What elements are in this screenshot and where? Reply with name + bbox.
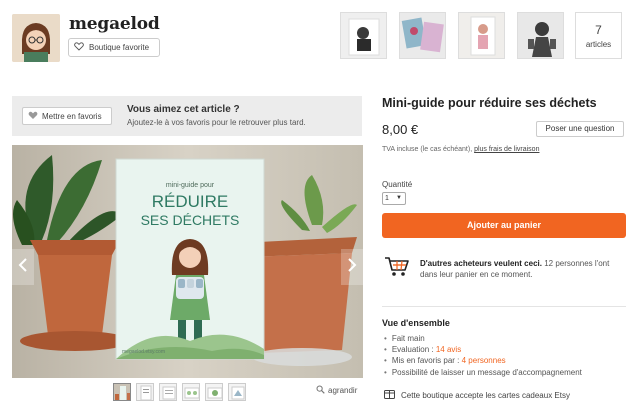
booklet-line1: mini-guide pour (166, 182, 215, 189)
shop-items-thumbnails (340, 12, 564, 59)
shop-item-thumbnail[interactable] (458, 12, 505, 59)
quantity-value: 1 (385, 195, 389, 202)
chevron-left-icon (18, 257, 28, 277)
shop-item-thumbnail[interactable] (340, 12, 387, 59)
gallery-thumbnails (113, 383, 246, 401)
zoom-label: agrandir (328, 386, 358, 395)
gallery-thumbnail[interactable] (159, 383, 177, 401)
section-divider (382, 306, 626, 307)
quantity-select[interactable]: 1 ▼ (382, 192, 406, 205)
gallery-thumbnail-image (114, 384, 130, 400)
thumbnail-image (341, 13, 386, 58)
booklet-line2: RÉDUIRE (152, 192, 229, 211)
gallery-thumbnail-image (206, 384, 222, 400)
overview-item-gift-message: Possibilité de laisser un message d'acco… (384, 367, 582, 378)
gallery-thumbnail[interactable] (205, 383, 223, 401)
shop-name[interactable]: megaelod (69, 14, 160, 34)
shop-avatar[interactable] (12, 14, 60, 62)
gallery-thumbnail-image (183, 384, 199, 400)
overview-title: Vue d'ensemble (382, 318, 450, 328)
cart-demand-note: D'autres acheteurs veulent ceci. 12 pers… (384, 256, 624, 283)
favorite-shop-label: Boutique favorite (89, 43, 150, 52)
shop-articles-count[interactable]: 7 articles (575, 12, 622, 59)
shop-item-thumbnail[interactable] (399, 12, 446, 59)
favorited-by-link[interactable]: 4 personnes (462, 356, 506, 365)
shopping-cart-icon (384, 257, 410, 282)
gallery-thumbnail[interactable] (182, 383, 200, 401)
gallery-thumbnail-image (137, 384, 153, 400)
tax-text: TVA incluse (le cas échéant), (382, 146, 473, 153)
thumbnail-image (459, 13, 504, 58)
quantity-label: Quantité (382, 180, 413, 189)
product-main-image[interactable]: mini-guide pour RÉDUIRE SES DÉCHETS mega… (12, 145, 363, 378)
caret-down-icon: ▼ (396, 195, 402, 201)
overview-item-favorited: Mis en favoris par : 4 personnes (384, 355, 582, 366)
favorites-banner-title: Vous aimez cet article ? (127, 104, 240, 115)
heart-icon (28, 111, 38, 122)
product-photo: mini-guide pour RÉDUIRE SES DÉCHETS mega… (12, 145, 363, 378)
zoom-link[interactable]: agrandir (316, 385, 357, 396)
thumbnail-image (400, 13, 445, 58)
ask-question-button[interactable]: Poser une question (536, 121, 624, 137)
favorite-shop-button[interactable]: Boutique favorite (68, 38, 160, 57)
gallery-thumbnail-image (160, 384, 176, 400)
reviews-link[interactable]: 14 avis (436, 345, 461, 354)
cart-note-text: D'autres acheteurs veulent ceci. 12 pers… (420, 258, 625, 280)
magnifier-icon (316, 385, 325, 396)
heart-icon (74, 42, 84, 53)
cart-note-bold: D'autres acheteurs veulent ceci. (420, 259, 542, 268)
thumbnail-image (518, 13, 563, 58)
product-title: Mini-guide pour réduire ses déchets (382, 96, 597, 110)
add-to-favorites-label: Mettre en favoris (42, 111, 102, 121)
booklet-watermark: megaelod.etsy.com (122, 349, 165, 355)
gallery-thumbnail[interactable] (113, 383, 131, 401)
gift-card-icon (384, 390, 395, 401)
overview-item-rating: Evaluation : 14 avis (384, 344, 582, 355)
gift-card-note: Cette boutique accepte les cartes cadeau… (384, 390, 570, 401)
add-to-cart-button[interactable]: Ajouter au panier (382, 213, 626, 238)
gallery-thumbnail[interactable] (136, 383, 154, 401)
shipping-link[interactable]: plus frais de livraison (474, 146, 539, 153)
shop-item-thumbnail[interactable] (517, 12, 564, 59)
articles-count: 7 (595, 23, 602, 37)
previous-image-arrow[interactable] (12, 249, 34, 285)
gift-card-text: Cette boutique accepte les cartes cadeau… (401, 391, 570, 400)
overview-item-handmade: Fait main (384, 333, 582, 344)
add-to-favorites-button[interactable]: Mettre en favoris (22, 107, 112, 125)
gallery-thumbnail-image (229, 384, 245, 400)
next-image-arrow[interactable] (341, 249, 363, 285)
chevron-right-icon (347, 257, 357, 277)
articles-label: articles (585, 40, 612, 49)
gallery-thumbnail[interactable] (228, 383, 246, 401)
favorites-banner-subtitle: Ajoutez-le à vos favoris pour le retrouv… (127, 118, 306, 127)
overview-list: Fait main Evaluation : 14 avis Mis en fa… (384, 333, 582, 378)
tax-info: TVA incluse (le cas échéant), plus frais… (382, 144, 552, 155)
favorites-banner: Mettre en favoris Vous aimez cet article… (12, 96, 362, 136)
shop-avatar-illustration (12, 14, 60, 62)
product-price: 8,00 € (382, 122, 419, 137)
booklet-line3: SES DÉCHETS (141, 212, 240, 228)
